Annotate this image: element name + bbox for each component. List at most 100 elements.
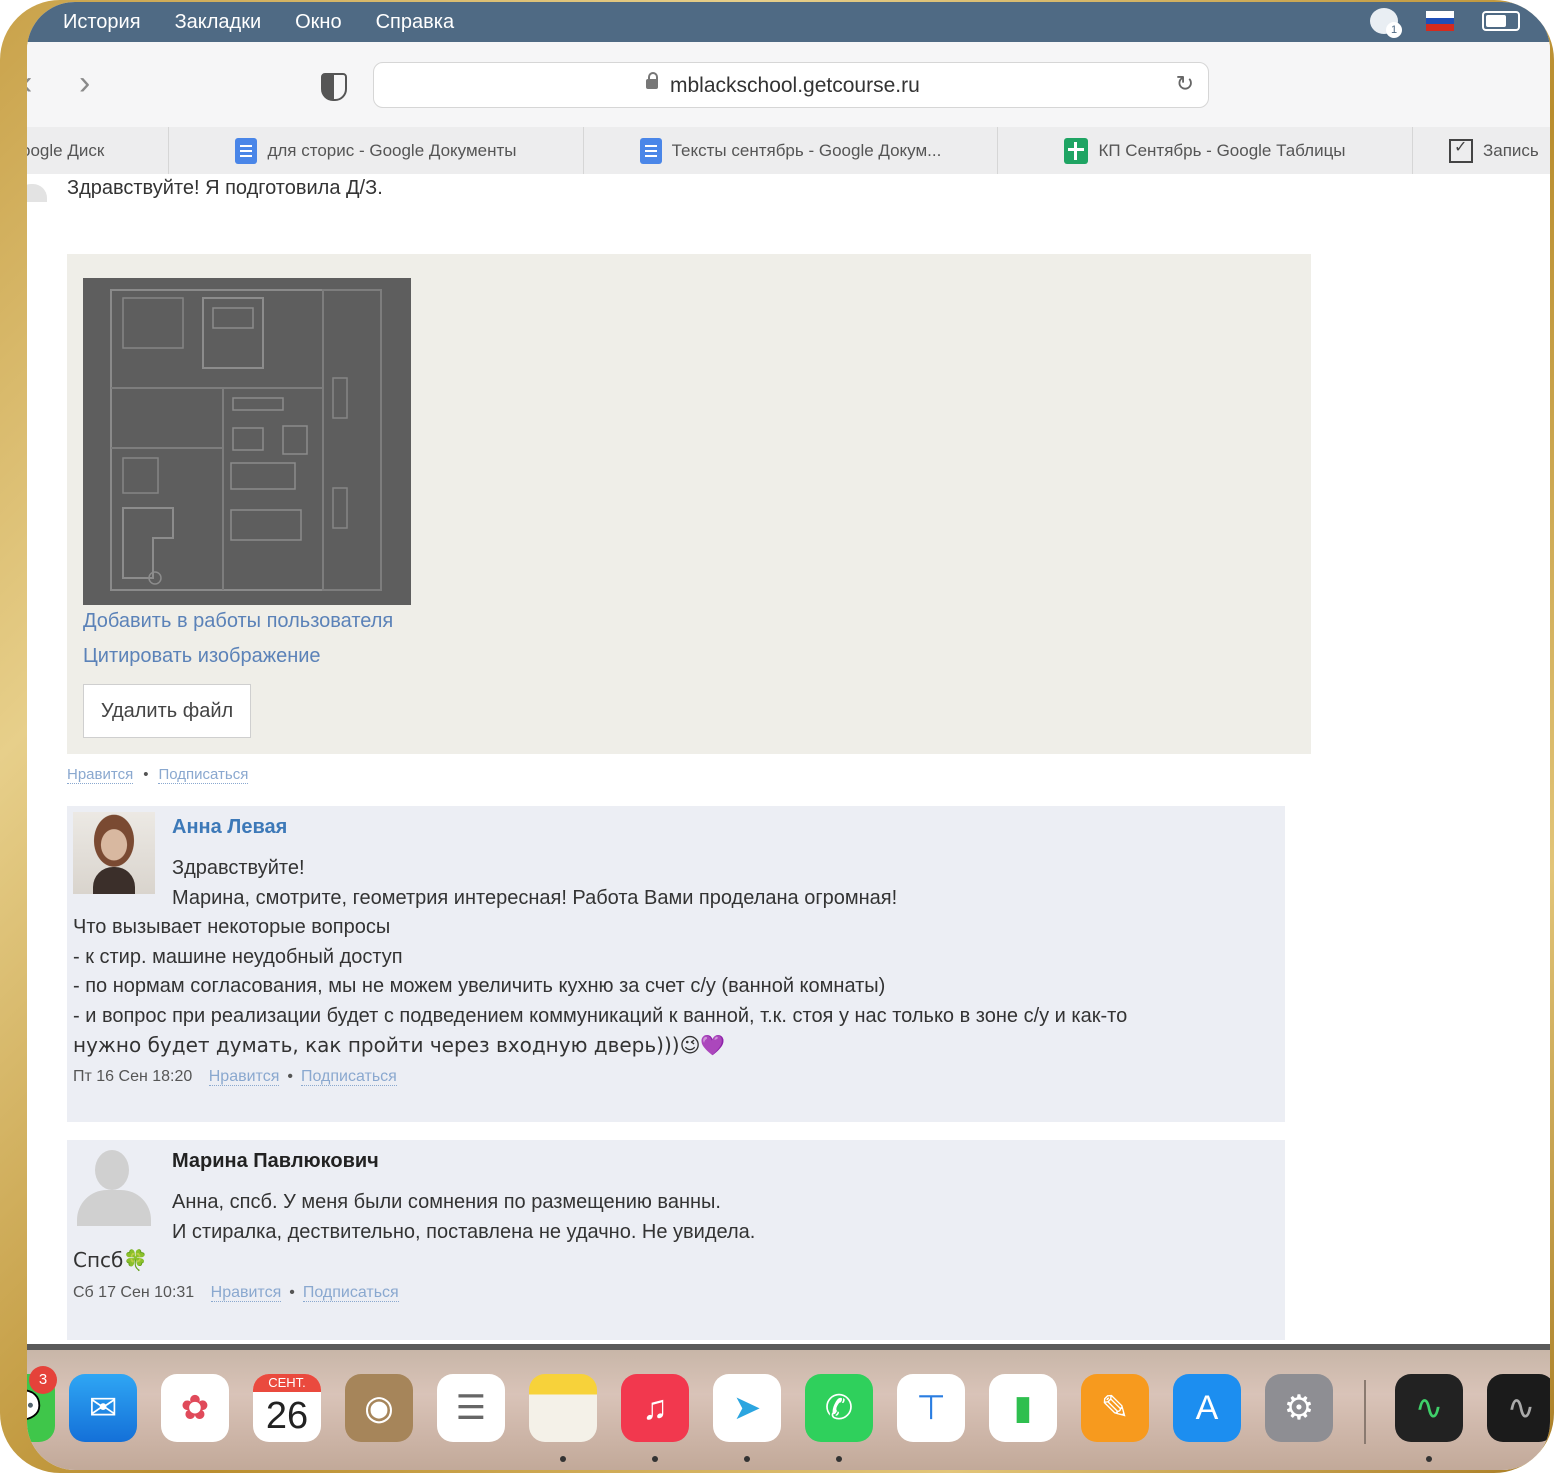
calendar-day: 26 xyxy=(265,1395,309,1437)
address-bar[interactable]: mblackschool.getcourse.ru ↻ xyxy=(373,62,1209,108)
reminders-icon[interactable]: ☰ xyxy=(437,1374,505,1442)
comment-line: - и вопрос при реализации будет с подвед… xyxy=(73,1004,1128,1027)
running-indicator xyxy=(836,1456,842,1462)
subscribe-link[interactable]: Подписаться xyxy=(302,1284,399,1302)
reload-icon[interactable]: ↻ xyxy=(1176,71,1194,97)
telegram-icon[interactable]: ➤ xyxy=(713,1374,781,1442)
comment-line: Марина, смотрите, геометрия интересная! … xyxy=(172,886,898,909)
dock: 💬 3 ✉ ✿ СЕНТ. 26 ◉ ☰ ♫ ➤ ✆ ⊤ ▮ ✎ A ⚙ ∿ ∿ xyxy=(27,1344,1550,1470)
comment-line: Анна, спсб. У меня были сомнения по разм… xyxy=(172,1191,721,1213)
system-preferences-icon[interactable]: ⚙ xyxy=(1265,1374,1333,1442)
menu-help[interactable]: Справка xyxy=(376,11,454,34)
bookmark-label: Тексты сентябрь - Google Докум... xyxy=(671,140,942,160)
comment-text: Спсб🍀 xyxy=(73,1246,148,1276)
comment-date: Пт 16 Сен 18:20 xyxy=(73,1068,193,1085)
comment-text: Анна, спсб. У меня были сомнения по разм… xyxy=(172,1188,755,1247)
device-frame: История Закладки Окно Справка 1 ‹ › mbla… xyxy=(0,0,1554,1473)
mail-check-icon xyxy=(1449,137,1473,163)
comment-line: нужно будет думать, как пройти через вхо… xyxy=(73,1033,726,1057)
comment-line: Что вызывает некоторые вопросы xyxy=(73,916,391,938)
photos-icon[interactable]: ✿ xyxy=(161,1374,229,1442)
comment-author[interactable]: Анна Левая xyxy=(172,816,287,839)
comment-line: И стиралка, дествительно, поставлена не … xyxy=(172,1220,756,1243)
dock-separator xyxy=(1364,1380,1366,1444)
page-content: Здравствуйте! Я подготовила Д/З. Добавит… xyxy=(27,174,1550,1344)
whatsapp-icon[interactable]: ✆ xyxy=(805,1374,873,1442)
menu-history[interactable]: История xyxy=(63,11,141,34)
comment-line: - к стир. машине неудобный доступ xyxy=(73,945,403,968)
notes-icon[interactable] xyxy=(529,1374,597,1442)
bookmark-september-texts-doc[interactable]: Тексты сентябрь - Google Докум... xyxy=(584,127,998,174)
menu-bar: История Закладки Окно Справка 1 xyxy=(27,2,1550,42)
running-indicator xyxy=(1426,1456,1432,1462)
bookmark-label: КП Сентябрь - Google Таблицы xyxy=(1098,140,1346,160)
app-store-icon[interactable]: A xyxy=(1173,1374,1241,1442)
post-text: Здравствуйте! Я подготовила Д/З. xyxy=(67,177,383,199)
google-docs-icon xyxy=(235,137,258,164)
comment-meta: Сб 17 Сен 10:31 Нравится • Подписаться xyxy=(73,1284,399,1302)
menu-extras: 1 xyxy=(1370,8,1520,38)
numbers-icon[interactable]: ▮ xyxy=(989,1374,1057,1442)
avatar[interactable] xyxy=(73,1146,155,1228)
back-icon[interactable]: ‹ xyxy=(27,66,32,100)
stocks-icon[interactable]: ∿ xyxy=(1487,1374,1550,1442)
lock-icon xyxy=(646,72,658,89)
quote-image-link[interactable]: Цитировать изображение xyxy=(83,645,321,668)
url-text: mblackschool.getcourse.ru xyxy=(670,74,920,97)
comment-date: Сб 17 Сен 10:31 xyxy=(73,1284,195,1301)
avatar[interactable] xyxy=(73,812,155,894)
forward-icon[interactable]: › xyxy=(79,66,90,100)
comment-text: Здравствуйте! Марина, смотрите, геометри… xyxy=(172,854,897,913)
delete-file-button[interactable]: Удалить файл xyxy=(83,684,251,738)
comment: Анна Левая Здравствуйте! Марина, смотрит… xyxy=(67,806,1285,1122)
subscribe-link[interactable]: Подписаться xyxy=(300,1068,397,1086)
battery-icon[interactable] xyxy=(1482,11,1520,31)
bookmark-label: для сторис - Google Документы xyxy=(267,140,517,160)
calendar-icon[interactable]: СЕНТ. 26 xyxy=(253,1374,321,1442)
subscribe-link[interactable]: Подписаться xyxy=(158,766,249,784)
comment-line: Здравствуйте! xyxy=(172,857,305,879)
comment-line: Спсб🍀 xyxy=(73,1248,149,1272)
contacts-icon[interactable]: ◉ xyxy=(345,1374,413,1442)
comment-text: Что вызывает некоторые вопросы - к стир.… xyxy=(73,913,1127,1061)
bookmarks-bar: oogle Диск для сторис - Google Документы… xyxy=(27,127,1550,175)
pages-icon[interactable]: ✎ xyxy=(1081,1374,1149,1442)
activity-monitor-icon[interactable]: ∿ xyxy=(1395,1374,1463,1442)
separator-dot: • xyxy=(143,766,149,783)
like-link[interactable]: Нравится xyxy=(67,766,134,784)
like-link[interactable]: Нравится xyxy=(210,1284,282,1302)
music-icon[interactable]: ♫ xyxy=(621,1374,689,1442)
privacy-shield-icon[interactable] xyxy=(321,73,347,101)
like-link[interactable]: Нравится xyxy=(208,1068,280,1086)
add-to-user-works-link[interactable]: Добавить в работы пользователя xyxy=(83,610,393,633)
bookmark-september-sheet[interactable]: КП Сентябрь - Google Таблицы xyxy=(998,127,1413,174)
bookmark-stories-doc[interactable]: для сторис - Google Документы xyxy=(169,127,584,174)
bookmark-record[interactable]: Запись xyxy=(1449,127,1550,174)
mail-icon[interactable]: ✉ xyxy=(69,1374,137,1442)
browser-toolbar: ‹ › mblackschool.getcourse.ru ↻ xyxy=(27,42,1550,128)
keynote-icon[interactable]: ⊤ xyxy=(897,1374,965,1442)
running-indicator xyxy=(560,1456,566,1462)
russian-flag-icon[interactable] xyxy=(1426,11,1454,32)
calendar-month: СЕНТ. xyxy=(253,1374,321,1392)
notification-badge: 1 xyxy=(1386,22,1402,38)
comment: Марина Павлюкович Анна, спсб. У меня был… xyxy=(67,1140,1285,1340)
separator-dot: • xyxy=(287,1068,293,1085)
menu-window[interactable]: Окно xyxy=(295,11,341,34)
bookmark-label: Запись xyxy=(1483,140,1539,160)
creative-cloud-icon[interactable]: 1 xyxy=(1370,8,1402,38)
comment-author[interactable]: Марина Павлюкович xyxy=(172,1150,379,1173)
bookmark-label: oogle Диск xyxy=(27,140,105,160)
running-indicator xyxy=(652,1456,658,1462)
bookmark-google-drive[interactable]: oogle Диск xyxy=(27,127,169,174)
menu-bookmarks[interactable]: Закладки xyxy=(175,11,262,34)
post-actions: Нравится • Подписаться xyxy=(67,766,249,784)
floor-plan-image[interactable] xyxy=(83,278,411,605)
screen: История Закладки Окно Справка 1 ‹ › mbla… xyxy=(27,2,1550,1470)
attachment-box: Добавить в работы пользователя Цитироват… xyxy=(67,254,1311,754)
notification-badge: 3 xyxy=(29,1366,57,1394)
google-docs-icon xyxy=(639,137,662,164)
comment-line: - по нормам согласования, мы не можем ув… xyxy=(73,975,886,997)
avatar xyxy=(27,184,47,202)
google-sheets-icon xyxy=(1064,137,1089,164)
